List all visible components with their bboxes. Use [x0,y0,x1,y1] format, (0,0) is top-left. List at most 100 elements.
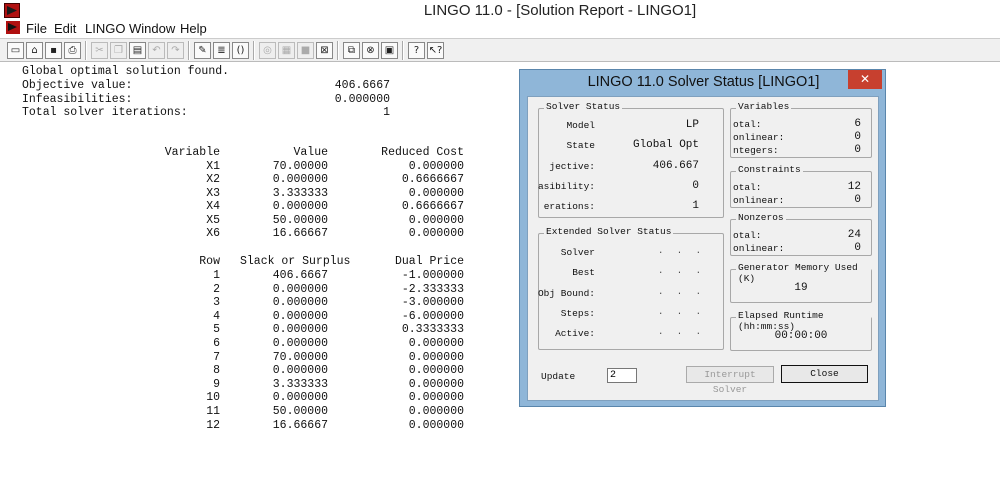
menu-lingo[interactable]: LINGO [85,21,125,36]
toolbar-separator [188,41,190,60]
row-number: 3 [213,296,220,310]
dual-price: 0.3333333 [401,323,464,337]
menu-file[interactable]: File [26,21,47,36]
document-icon[interactable] [6,21,20,34]
dual-price: 0.000000 [408,350,464,364]
solver_status-item-value: LP [685,119,699,131]
update-interval-input[interactable] [607,368,637,383]
variable-name: X4 [206,200,220,214]
nonzeros-item-label: otal: [733,230,762,241]
menu-window[interactable]: Window [129,21,175,36]
print-icon[interactable]: ⎙ [64,42,81,59]
solver_status-item-value: 0 [692,179,699,192]
undo-icon[interactable]: ↶ [148,42,165,59]
runtime-value: 00:00:00 [774,330,828,342]
tile-icon[interactable]: ▣ [381,42,398,59]
extended-item-value: . . . [657,286,705,297]
menu-edit[interactable]: Edit [54,21,76,36]
reduced-cost: 0.6666667 [401,200,464,214]
extended-item-label: Best [572,267,595,279]
title-bar: LINGO 11.0 - [Solution Report - LINGO1] [0,0,1000,22]
row-number: 5 [213,323,220,337]
nonzeros-group: Nonzeros otal: 24 onlinear: 0 [730,212,872,256]
slack-or-surplus: 0.000000 [272,323,328,337]
row-number: 9 [213,377,220,391]
row-column-header: Slack or Surplus [240,255,351,268]
solver_status-item-label: asibility: [537,180,595,192]
dual-price: 0.000000 [408,391,464,405]
memory-value: 19 [794,282,808,294]
constraints-item-value: 12 [847,181,861,193]
copy-icon[interactable]: ❐ [110,42,127,59]
find-icon[interactable]: ✎ [194,42,211,59]
dual-price: 0.000000 [408,418,464,432]
variable-value: 70.00000 [272,160,328,173]
close-all-icon[interactable]: ⊠ [316,42,333,59]
interrupt-solver-button[interactable]: Interrupt Solver [686,366,774,395]
help-icon[interactable]: ? [408,42,425,59]
extended-status-label: Extended Solver Status [544,226,674,237]
dual-price: 0.000000 [408,405,464,418]
slack-or-surplus: 50.00000 [272,405,328,418]
variable-column-header: Reduced Cost [381,146,464,159]
dialog-client: Solver Status Model LP State Global Opt ject… [527,96,879,401]
variable-name: X2 [206,173,220,187]
extended-item-label: Steps: [560,307,595,319]
dialog-close-icon[interactable]: ✕ [848,70,882,89]
redo-icon[interactable]: ↷ [167,42,184,59]
slack-or-surplus: 0.000000 [272,337,328,350]
open-folder-icon[interactable]: ⌂ [26,42,43,59]
variables-group: Variables otal: 6 onlinear: 0 ntegers: 0 [730,101,872,158]
variables-item-label: onlinear: [733,132,785,143]
menu-bar: File Edit LINGO Window Help [0,20,1000,38]
memory-label: Generator Memory Used (K) [736,262,871,284]
slack-or-surplus: 0.000000 [272,364,328,378]
variables-label: Variables [736,101,792,112]
report-status-line: Global optimal solution found. [22,65,230,78]
stop-icon[interactable]: ■ [297,42,314,59]
variable-name: X3 [206,186,220,200]
slack-or-surplus: 0.000000 [272,391,328,405]
extended-item-value: . . . [657,246,705,256]
close-window-icon[interactable]: ⊗ [362,42,379,59]
variable-value: 0.000000 [272,200,328,214]
constraints-item-label: otal: [733,182,762,193]
goto-line-icon[interactable]: ≣ [213,42,230,59]
objective-label: Objective value: [22,79,133,92]
cut-icon[interactable]: ✂ [91,42,108,59]
row-number: 8 [213,364,220,378]
dual-price: 0.000000 [408,364,464,378]
slack-or-surplus: 0.000000 [272,282,328,296]
extended-item-value: . . . [657,266,705,277]
constraints-group: Constraints otal: 12 onlinear: 0 [730,164,872,208]
variable-value: 50.00000 [272,213,328,227]
row-column-header: Dual Price [394,255,464,268]
send-to-back-icon[interactable]: ⧉ [343,42,360,59]
new-file-icon[interactable]: ▭ [7,42,24,59]
solver-status-group: Solver Status Model LP State Global Opt ject… [538,101,724,218]
dual-price: 0.000000 [408,337,464,350]
solution-icon[interactable]: ▦ [278,42,295,59]
paste-icon[interactable]: ▤ [129,42,146,59]
context-help-icon[interactable]: ↖? [427,42,444,59]
row-number: 2 [213,282,220,296]
close-button[interactable]: Close [781,365,868,383]
slack-or-surplus: 3.333333 [272,377,328,391]
dialog-title: LINGO 11.0 Solver Status [LINGO1] [587,74,820,90]
solve-icon[interactable]: ◎ [259,42,276,59]
dual-price: -1.000000 [401,269,464,282]
save-icon[interactable]: ▪ [45,42,62,59]
nonzeros-item-value: 0 [854,242,861,254]
iterations-label: Total solver iterations: [22,106,188,119]
match-paren-icon[interactable]: () [232,42,249,59]
reduced-cost: 0.000000 [408,213,464,227]
solver_status-item-value: 1 [692,200,699,213]
variables-item-value: 0 [854,131,861,143]
menu-help[interactable]: Help [180,21,207,36]
variables-item-label: ntegers: [733,145,779,156]
row-number: 6 [213,337,220,350]
toolbar-separator [337,41,339,60]
memory-group: Generator Memory Used (K) 19 [730,262,872,303]
variables-item-label: otal: [733,119,762,130]
reduced-cost: 0.000000 [408,160,464,173]
